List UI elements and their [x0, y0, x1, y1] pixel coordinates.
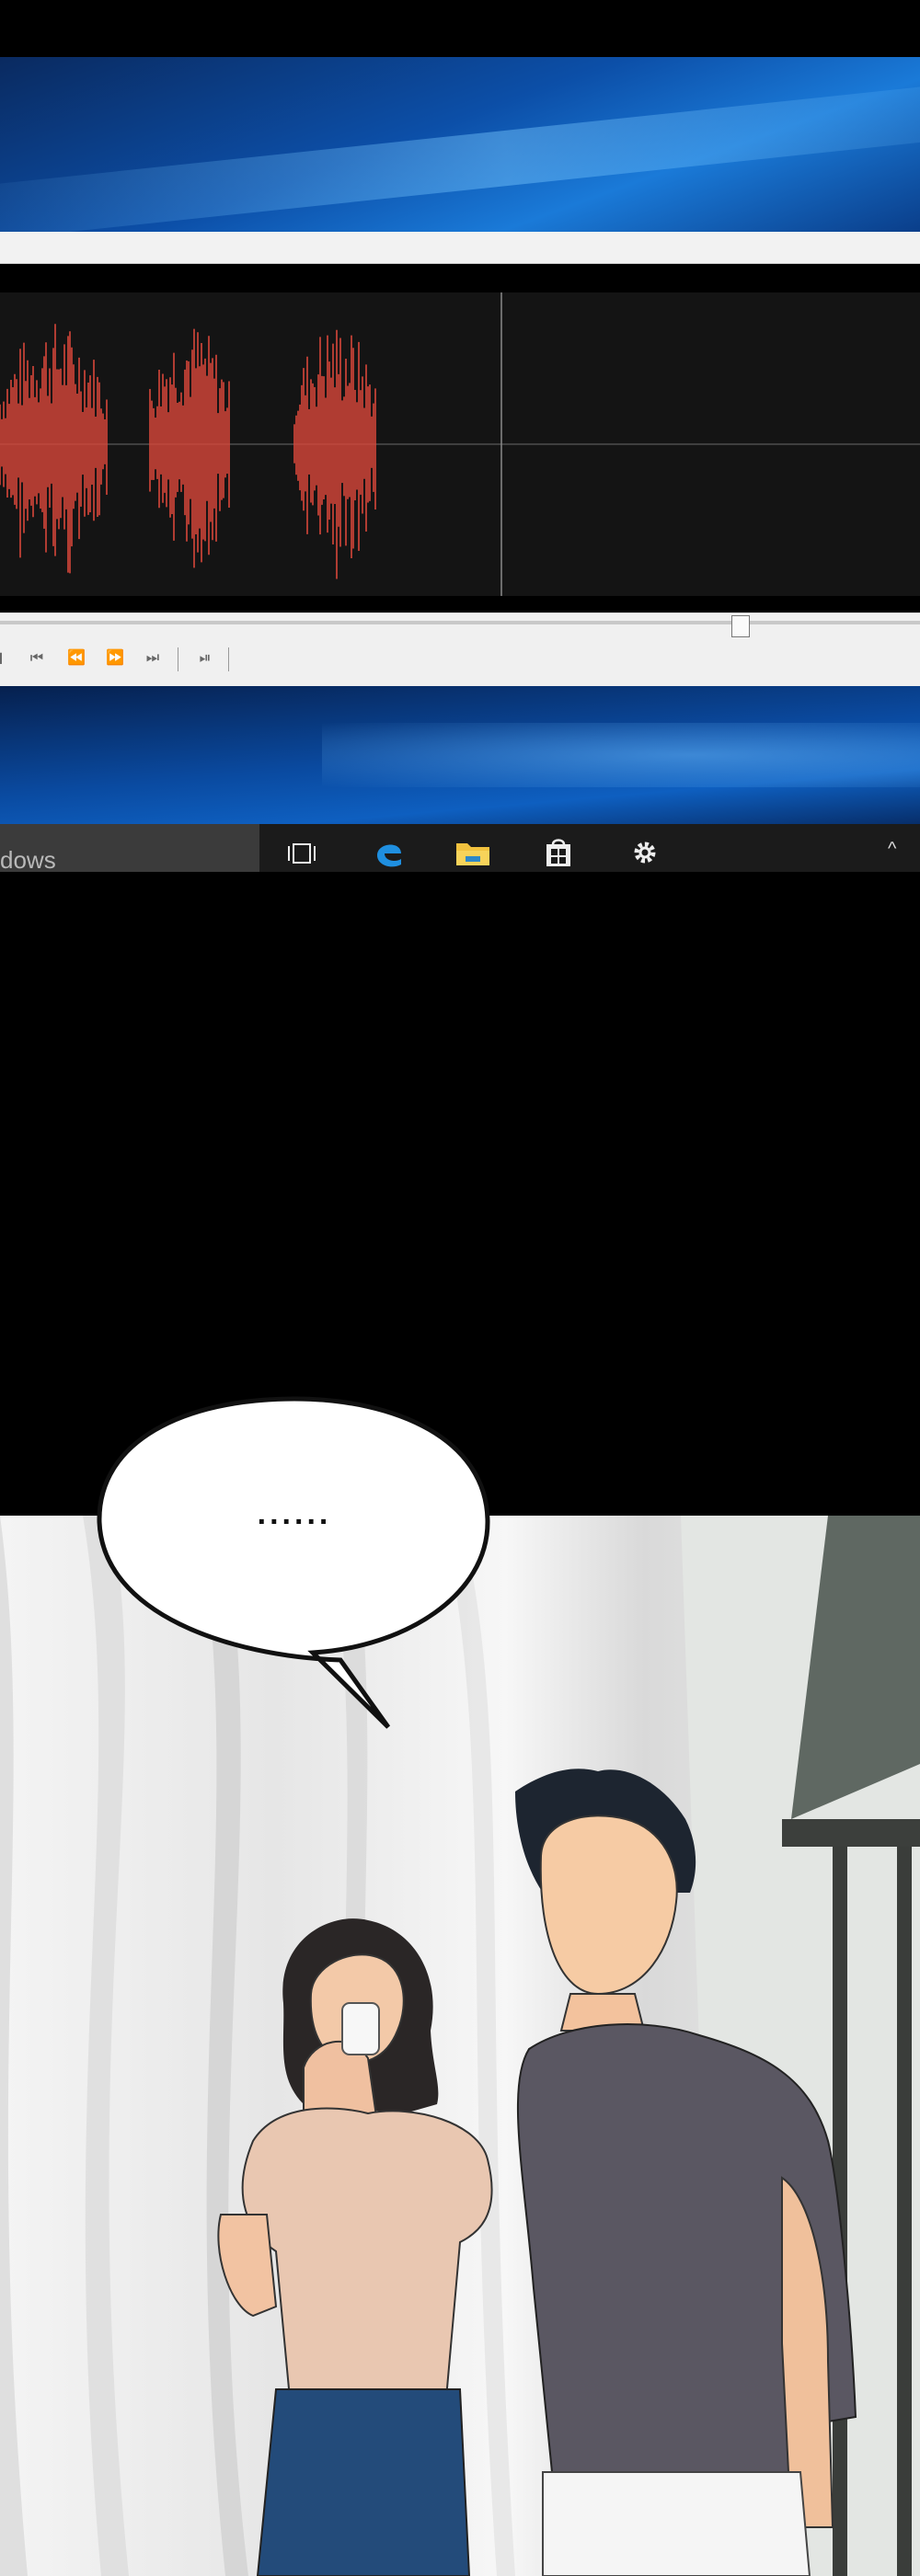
store-icon[interactable]: [538, 832, 579, 873]
skip-end-icon[interactable]: ⏭: [137, 644, 168, 673]
speech-bubble: [97, 1396, 490, 1729]
rewind-icon[interactable]: ⏪: [61, 644, 92, 673]
forward-icon[interactable]: ⏩: [99, 644, 131, 673]
settings-icon[interactable]: [625, 832, 665, 873]
top-black-band: [0, 0, 920, 57]
audio-waveform[interactable]: [0, 292, 920, 596]
file-explorer-icon[interactable]: [453, 832, 493, 873]
control-divider: [228, 647, 229, 671]
edge-icon[interactable]: [369, 832, 409, 873]
step-icon[interactable]: ⏯: [190, 644, 221, 673]
separator: [0, 596, 920, 613]
tray-chevron-icon[interactable]: ^: [888, 839, 896, 860]
task-view-icon[interactable]: [282, 832, 322, 873]
waveform-bursts: [0, 324, 376, 579]
desktop-wallpaper-bottom: [0, 686, 920, 824]
window-frame-post: [897, 1847, 912, 2576]
speech-bubble-text: ......: [257, 1496, 332, 1531]
woman-character: [217, 1918, 493, 2576]
skip-start-icon[interactable]: ⏮: [21, 644, 52, 673]
window-chrome: [0, 232, 920, 264]
desktop-wallpaper-top: [0, 57, 920, 232]
stop-icon[interactable]: ▮: [0, 644, 15, 673]
seek-thumb[interactable]: [731, 615, 750, 637]
seek-track[interactable]: [0, 621, 920, 624]
window-frame-top: [782, 1819, 920, 1847]
taskbar-search-text: dows: [0, 846, 56, 874]
